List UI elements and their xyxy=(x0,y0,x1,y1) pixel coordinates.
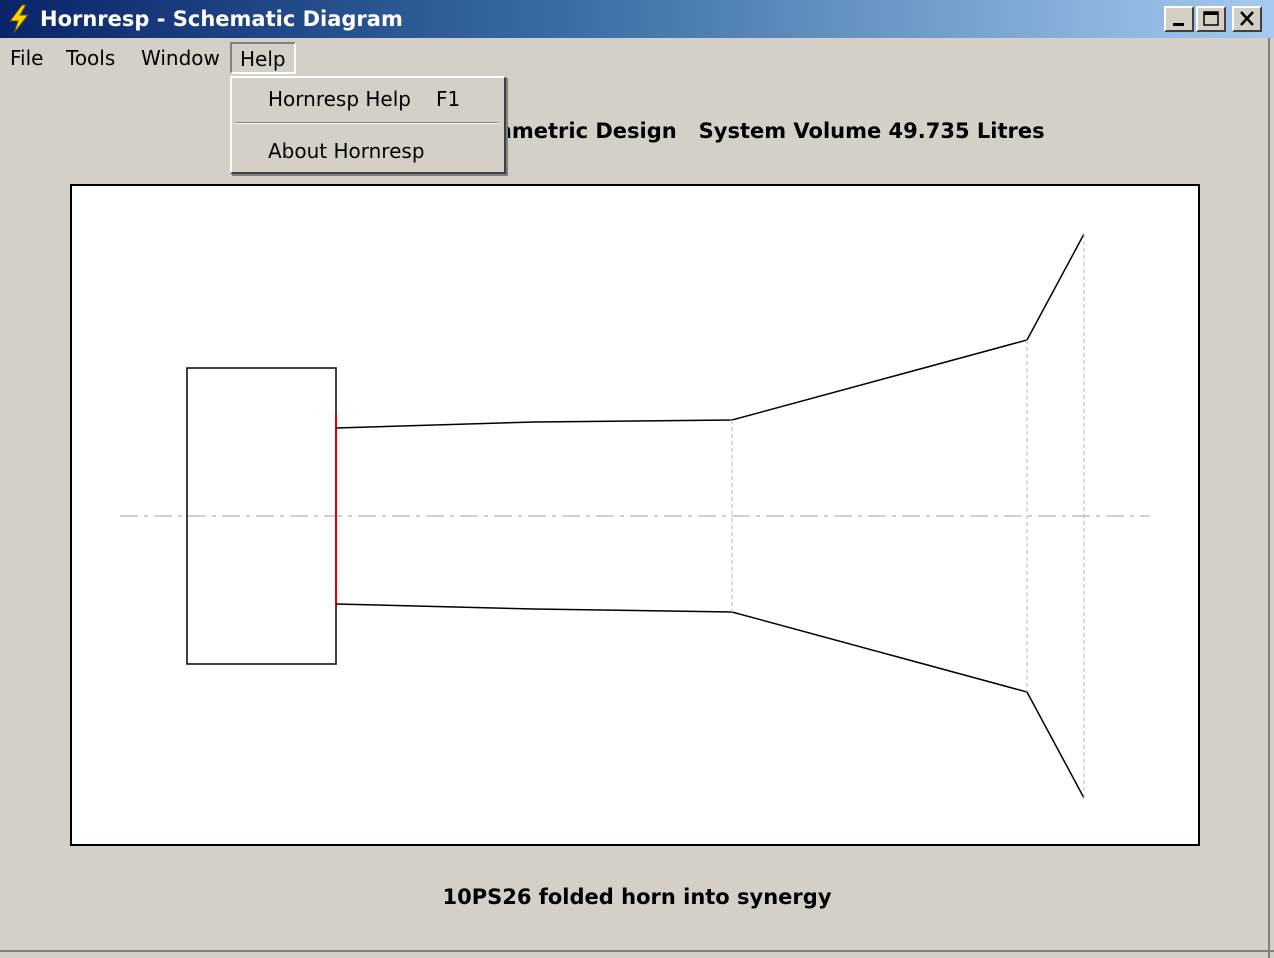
help-dropdown-menu: Hornresp Help F1 About Hornresp xyxy=(230,76,506,174)
close-icon xyxy=(1240,11,1254,26)
menu-window[interactable]: Window xyxy=(133,42,228,74)
menu-item-label: About Hornresp xyxy=(268,139,425,163)
menu-item-hornresp-help[interactable]: Hornresp Help F1 xyxy=(232,80,504,118)
diagram-caption: 10PS26 folded horn into synergy xyxy=(442,885,832,909)
title-bar[interactable]: Hornresp - Schematic Diagram xyxy=(0,0,1274,38)
horn-upper-wall xyxy=(335,233,1085,429)
menu-tools[interactable]: Tools xyxy=(58,42,123,74)
menu-bar: File Tools Window Help xyxy=(0,38,1274,78)
horn-schematic-svg xyxy=(120,233,1150,799)
menu-help[interactable]: Help xyxy=(230,42,296,74)
schematic-canvas xyxy=(70,184,1200,846)
menu-item-label: Hornresp Help xyxy=(268,87,411,111)
window-title: Hornresp - Schematic Diagram xyxy=(40,7,403,31)
menu-separator xyxy=(236,122,498,124)
menu-item-about-hornresp[interactable]: About Hornresp xyxy=(232,132,504,170)
menu-item-shortcut: F1 xyxy=(436,87,461,111)
horn-lower-wall xyxy=(335,603,1085,799)
design-summary-heading: S symmetric Design System Volume 49.735 … xyxy=(229,119,1045,143)
maximize-icon xyxy=(1203,11,1219,26)
window-bottom-border xyxy=(0,950,1274,958)
lightning-bolt-icon xyxy=(9,4,30,34)
menu-file[interactable]: File xyxy=(2,42,51,74)
maximize-button[interactable] xyxy=(1196,6,1226,32)
minimize-icon xyxy=(1173,23,1184,26)
close-button[interactable] xyxy=(1232,6,1262,32)
minimize-button[interactable] xyxy=(1164,6,1194,32)
window-right-border xyxy=(1268,38,1274,958)
